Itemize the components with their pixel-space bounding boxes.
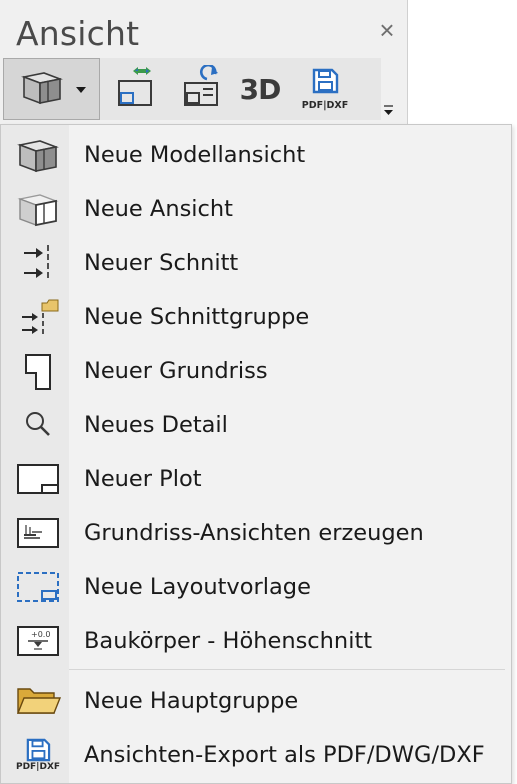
refresh-view-icon — [179, 63, 221, 114]
section-icon — [11, 243, 65, 283]
pdf-dxf-export-button[interactable]: PDF|DXF — [295, 58, 355, 120]
menu-item-export-views-pdf-dwg-dxf[interactable]: PDF|DXF Ansichten-Export als PDF/DWG/DXF — [1, 728, 511, 782]
floppy-disk-icon — [26, 738, 51, 762]
swap-view-icon — [113, 65, 155, 114]
pdf-dxf-export-icon: PDF|DXF — [11, 735, 65, 775]
pdf-dxf-label: PDF|DXF — [15, 762, 61, 772]
model-view-icon — [11, 135, 65, 175]
menu-item-new-plot[interactable]: Neuer Plot — [1, 452, 511, 506]
menu-item-label: Baukörper - Höhenschnitt — [84, 628, 373, 654]
height-section-icon: +0.0 — [11, 621, 65, 661]
menu-item-new-layout-template[interactable]: Neue Layoutvorlage — [1, 560, 511, 614]
menu-item-new-section[interactable]: Neuer Schnitt — [1, 236, 511, 290]
3d-view-button[interactable]: 3D — [235, 58, 285, 120]
model-view-icon — [18, 67, 66, 112]
3d-view-label: 3D — [239, 72, 282, 106]
plot-icon — [11, 459, 65, 499]
pdf-dxf-label: PDF|DXF — [301, 99, 349, 111]
menu-item-label: Grundriss-Ansichten erzeugen — [84, 520, 424, 546]
folder-icon — [11, 681, 65, 721]
section-group-icon — [11, 297, 65, 337]
refresh-view-button[interactable] — [171, 58, 229, 120]
menu-item-label: Neuer Schnitt — [84, 250, 239, 276]
menu-item-label: Neue Modellansicht — [84, 142, 306, 168]
menu-item-label: Ansichten-Export als PDF/DWG/DXF — [84, 742, 485, 768]
layout-template-icon — [11, 567, 65, 607]
panel-title: Ansicht — [16, 14, 140, 53]
menu-item-label: Neues Detail — [84, 412, 228, 438]
floorplan-views-icon — [11, 513, 65, 553]
close-button[interactable]: × — [375, 16, 399, 44]
swap-view-button[interactable] — [105, 58, 163, 120]
toolbar-overflow-button[interactable] — [383, 96, 395, 122]
floppy-disk-icon — [311, 68, 339, 99]
menu-item-label: Neue Ansicht — [84, 196, 234, 222]
chevron-down-icon — [75, 80, 86, 98]
menu-item-create-floorplan-views[interactable]: Grundriss-Ansichten erzeugen — [1, 506, 511, 560]
menu-item-new-section-group[interactable]: Neue Schnittgruppe — [1, 290, 511, 344]
menu-item-new-model-view[interactable]: Neue Modellansicht — [1, 128, 511, 182]
view-toolbar: 3D PDF|DXF — [3, 58, 381, 120]
magnifier-icon — [11, 405, 65, 445]
menu-item-new-main-group[interactable]: Neue Hauptgruppe — [1, 674, 511, 728]
menu-item-new-floorplan[interactable]: Neuer Grundriss — [1, 344, 511, 398]
new-view-dropdown-button[interactable] — [3, 58, 100, 120]
menu-item-new-detail[interactable]: Neues Detail — [1, 398, 511, 452]
menu-item-label: Neuer Plot — [84, 466, 202, 492]
menu-item-building-height-section[interactable]: +0.0 Baukörper - Höhenschnitt — [1, 614, 511, 668]
svg-text:+0.0: +0.0 — [31, 630, 50, 639]
menu-item-label: Neue Layoutvorlage — [84, 574, 311, 600]
menu-item-label: Neue Hauptgruppe — [84, 688, 299, 714]
menu-item-new-view[interactable]: Neue Ansicht — [1, 182, 511, 236]
overflow-chevron-icon — [384, 105, 393, 115]
menu-separator — [69, 669, 505, 670]
floorplan-icon — [11, 351, 65, 391]
view-icon — [11, 189, 65, 229]
menu-item-label: Neue Schnittgruppe — [84, 304, 310, 330]
menu-item-label: Neuer Grundriss — [84, 358, 268, 384]
new-view-menu: Neue Modellansicht Neue Ansicht Neuer Sc… — [0, 124, 512, 784]
